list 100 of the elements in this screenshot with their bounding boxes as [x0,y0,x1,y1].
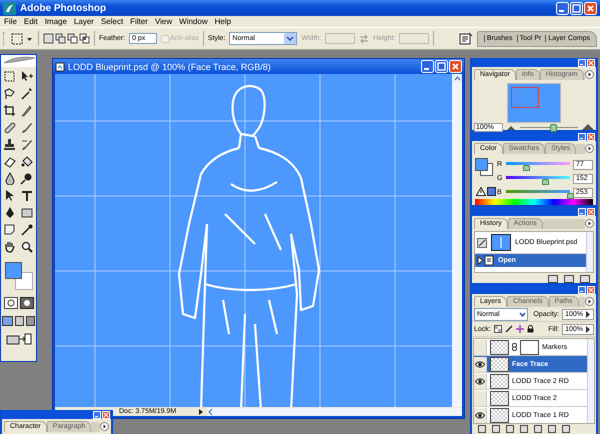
layers-scrollbar[interactable] [587,339,594,423]
snapshot-thumbnail [491,234,511,251]
type-tool-icon[interactable] [20,189,34,202]
add-selection-icon[interactable] [55,33,66,44]
layer-thumbnail [490,356,509,372]
scroll-up-icon[interactable] [452,74,462,83]
brush-source-icon[interactable] [477,238,487,248]
lasso-icon[interactable] [3,87,17,100]
lock-icon[interactable] [526,325,534,333]
tab-strip-background [91,422,100,432]
brush-icon[interactable] [504,325,513,333]
close-button[interactable] [102,410,110,418]
new-selection-icon[interactable] [43,33,54,44]
intersect-selection-icon[interactable] [79,33,90,44]
panel-menu-icon[interactable] [585,297,594,306]
panel-menu-icon[interactable] [585,70,594,79]
screen-mode-icon[interactable] [2,316,13,326]
quick-mask-icon[interactable] [20,297,34,309]
minimize-button[interactable] [578,286,586,294]
height-field[interactable] [399,33,430,44]
hand-icon[interactable] [3,240,17,253]
maximize-button[interactable] [435,60,448,73]
menu-item[interactable]: Window [179,17,208,26]
menu-item[interactable]: Image [44,17,67,26]
minimize-button[interactable] [421,60,434,73]
arrow-right-icon [585,310,591,318]
minimize-button[interactable] [556,2,569,14]
eye-icon[interactable] [475,378,485,384]
bucket-icon[interactable] [20,155,34,168]
panel-menu-icon[interactable] [585,144,594,153]
menu-item[interactable]: Help [214,17,232,26]
window-title: Adobe Photoshop [20,2,106,14]
minimize-button[interactable] [578,58,586,66]
stamp-icon[interactable] [3,138,17,151]
menu-item[interactable]: View [154,17,172,26]
arrow-cross-icon[interactable] [20,70,34,83]
color-swatches[interactable] [4,262,32,290]
crop-icon[interactable] [3,104,17,117]
panel-menu-icon[interactable] [100,422,109,431]
gamut-color-icon[interactable] [487,187,496,196]
width-field[interactable] [325,33,356,44]
color-slider[interactable] [506,174,570,182]
subtract-selection-icon[interactable] [67,33,78,44]
arrow-right-icon [585,326,591,332]
menu-item[interactable]: Edit [24,17,38,26]
brush-icon[interactable] [20,121,34,134]
menu-item[interactable]: Layer [74,17,94,26]
palette-button-icon[interactable] [458,32,473,46]
color-slider-thumb[interactable] [567,192,574,198]
minimize-button[interactable] [578,132,586,140]
vertical-scrollbar[interactable] [452,74,462,407]
document-icon [55,62,65,72]
minimize-button[interactable] [93,410,101,418]
rectangle-icon[interactable] [20,206,34,219]
menu-item[interactable]: Select [100,17,124,26]
scroll-left-icon[interactable] [207,408,215,416]
lock-transparency-icon[interactable] [494,325,502,333]
wand-icon[interactable] [20,87,34,100]
eraser-icon[interactable] [3,155,17,168]
eye-icon[interactable] [475,412,485,418]
zoom-slider-thumb[interactable] [550,124,557,132]
close-button[interactable] [584,2,597,14]
marquee-tool-icon[interactable] [10,32,34,46]
minimize-button[interactable] [578,208,586,216]
panel-menu-icon[interactable] [585,219,594,228]
color-slider[interactable] [506,160,570,168]
pen-icon[interactable] [3,206,17,219]
history-brush-icon[interactable] [20,138,34,151]
standard-mode-icon[interactable] [4,297,18,309]
menu-item[interactable]: Filter [130,17,148,26]
jump-to-app-icon[interactable] [6,333,32,345]
horizontal-scrollbar[interactable] [207,408,462,416]
history-scrollbar[interactable] [586,232,593,272]
drop-icon[interactable] [3,172,17,185]
close-button[interactable] [449,60,462,73]
eyedropper-icon[interactable] [20,223,34,236]
note-icon[interactable] [3,223,17,236]
eye-icon[interactable] [475,360,485,368]
close-button[interactable] [587,286,595,294]
layer-thumbnail [490,390,509,406]
status-menu-arrow-icon[interactable] [197,408,205,416]
color-ramp[interactable] [475,199,593,205]
magnifier-icon[interactable] [20,240,34,253]
warning-icon[interactable] [476,187,486,196]
layer-thumbnail [490,374,509,388]
close-button[interactable] [587,208,595,216]
dotted-rectangle-icon[interactable] [3,70,17,83]
close-button[interactable] [587,132,595,140]
chain-link-icon[interactable] [512,343,517,351]
tab-strip-background [584,70,585,80]
document-title: LODD Blueprint.psd @ 100% (Face Trace, RGB/8) [68,62,271,72]
maximize-button[interactable] [570,2,583,14]
tab-strip-background [576,144,585,154]
knife-icon[interactable] [20,104,34,117]
dodge-icon[interactable] [20,172,34,185]
app-icon [3,2,16,14]
foreground-background-swatch[interactable] [475,158,493,176]
move-arrows-icon[interactable] [516,325,524,333]
menu-item[interactable]: File [4,17,17,26]
close-button[interactable] [587,58,595,66]
